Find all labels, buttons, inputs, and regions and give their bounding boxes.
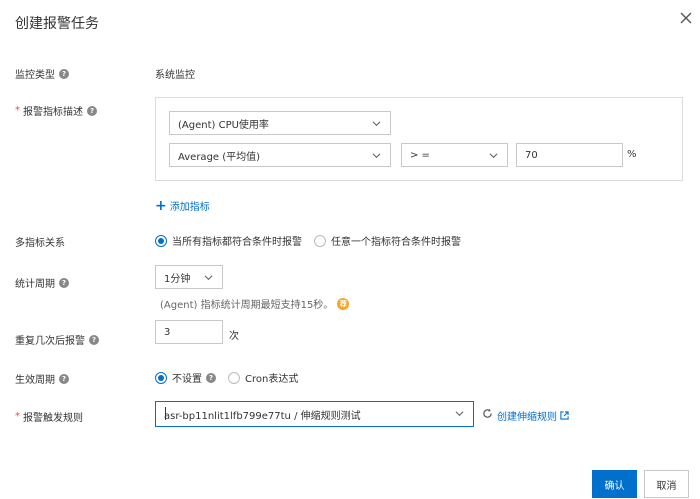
aggregation-select[interactable]: Average (平均值)	[169, 143, 391, 167]
radio-all-metrics[interactable]: 当所有指标都符合条件时报警	[155, 233, 302, 248]
recommend-badge[interactable]: 荐	[337, 297, 350, 310]
monitor-type-label: 监控类型 ?	[15, 66, 69, 81]
radio-cron[interactable]: Cron表达式	[228, 370, 298, 385]
threshold-input[interactable]: 70	[516, 143, 623, 167]
plus-icon: +	[155, 197, 167, 214]
chevron-down-icon	[372, 153, 381, 159]
radio-dot-selected	[155, 234, 167, 247]
help-icon[interactable]: ?	[59, 277, 69, 288]
metric-select[interactable]: (Agent) CPU使用率	[169, 111, 391, 135]
trigger-rule-label: * 报警触发规则	[15, 411, 83, 424]
external-link-icon	[560, 411, 569, 420]
trigger-rule-select[interactable]: asr-bp11nlit1lfb799e77tu / 伸缩规则测试	[155, 401, 474, 427]
chevron-down-icon	[372, 121, 381, 127]
chevron-down-icon	[455, 411, 464, 417]
operator-select[interactable]: > =	[401, 143, 508, 167]
repeat-alarm-label: 重复几次后报警 ?	[15, 332, 99, 347]
radio-dot-selected	[155, 371, 167, 384]
required-asterisk: *	[15, 411, 20, 422]
dialog-title: 创建报警任务	[15, 16, 99, 32]
metric-desc-label: * 报警指标描述 ?	[15, 103, 97, 118]
multi-metric-radio-group: 当所有指标都符合条件时报警 任意一个指标符合条件时报警	[155, 233, 473, 248]
close-icon[interactable]	[678, 10, 694, 26]
help-icon[interactable]: ?	[59, 68, 69, 79]
stat-period-select[interactable]: 1分钟	[155, 265, 223, 289]
radio-dot	[228, 371, 240, 384]
multi-metric-label: 多指标关系	[15, 238, 65, 249]
cancel-button[interactable]: 取消	[644, 470, 689, 498]
refresh-icon[interactable]	[482, 408, 493, 419]
add-metric-link[interactable]: + 添加指标	[155, 197, 210, 214]
confirm-button[interactable]: 确认	[592, 470, 637, 498]
metric-group	[155, 97, 683, 181]
required-asterisk: *	[15, 105, 20, 116]
monitor-type-value: 系统监控	[155, 70, 195, 81]
effective-period-radio-group: 不设置 ? Cron表达式	[155, 370, 310, 385]
help-icon[interactable]: ?	[87, 105, 97, 116]
radio-dot	[314, 234, 326, 247]
repeat-unit: 次	[229, 331, 239, 342]
chevron-down-icon	[204, 275, 213, 281]
radio-any-metric[interactable]: 任意一个指标符合条件时报警	[314, 233, 461, 248]
stat-period-label: 统计周期 ?	[15, 275, 69, 290]
help-icon[interactable]: ?	[206, 372, 216, 383]
text-caret	[165, 407, 166, 420]
help-icon[interactable]: ?	[89, 334, 99, 345]
stat-period-hint: (Agent) 指标统计周期最短支持15秒。 荐	[160, 296, 350, 311]
chevron-down-icon	[489, 153, 498, 159]
effective-period-label: 生效周期 ?	[15, 371, 69, 386]
help-icon[interactable]: ?	[59, 373, 69, 384]
radio-not-set[interactable]: 不设置 ?	[155, 370, 216, 385]
create-scaling-rule-link[interactable]: 创建伸缩规则	[497, 408, 569, 423]
repeat-count-input[interactable]: 3	[155, 320, 223, 344]
threshold-unit: %	[627, 149, 637, 160]
